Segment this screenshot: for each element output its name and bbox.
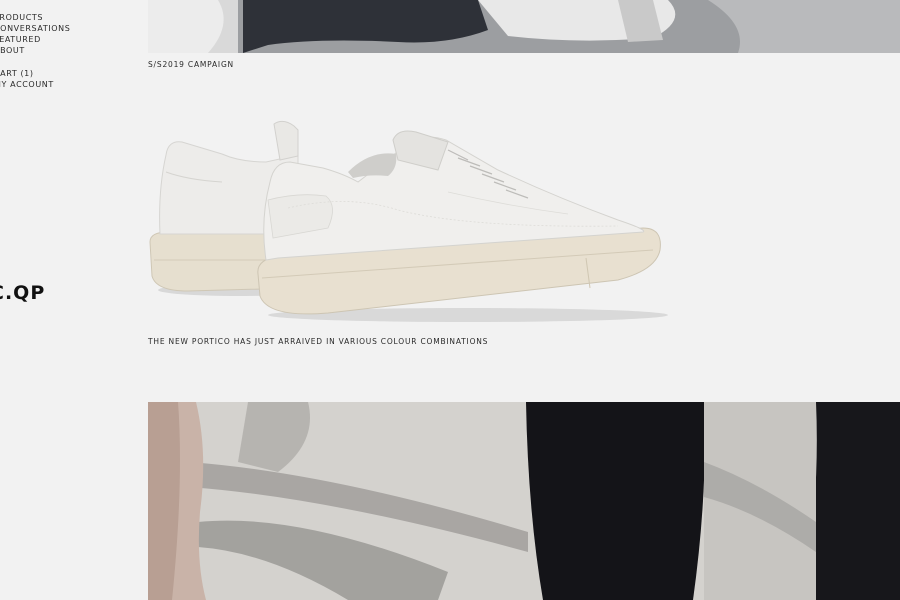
sneaker-illustration [149,120,668,322]
product-caption[interactable]: THE NEW PORTICO HAS JUST ARRAIVED IN VAR… [148,337,488,346]
primary-nav: PRODUCTS CONVERSATIONS FEATURED ABOUT [0,12,134,56]
campaign-image-graphic [148,0,900,53]
account-nav: CART (1) MY ACCOUNT [0,68,134,90]
nav-item-about[interactable]: ABOUT [0,45,134,56]
nav-item-products[interactable]: PRODUCTS [0,12,134,23]
lookbook-image-graphic [148,402,900,600]
nav-item-cart[interactable]: CART (1) [0,68,134,79]
lookbook-image[interactable] [148,402,900,600]
nav-item-conversations[interactable]: CONVERSATIONS [0,23,134,34]
campaign-caption[interactable]: S/S2019 CAMPAIGN [148,60,234,69]
campaign-image[interactable] [148,0,900,53]
brand-logo[interactable]: C.QP [0,282,45,304]
side-nav: PRODUCTS CONVERSATIONS FEATURED ABOUT CA… [0,12,134,90]
nav-item-featured[interactable]: FEATURED [0,34,134,45]
nav-item-my-account[interactable]: MY ACCOUNT [0,79,134,90]
product-image[interactable] [148,110,678,325]
page: PRODUCTS CONVERSATIONS FEATURED ABOUT CA… [0,0,900,600]
